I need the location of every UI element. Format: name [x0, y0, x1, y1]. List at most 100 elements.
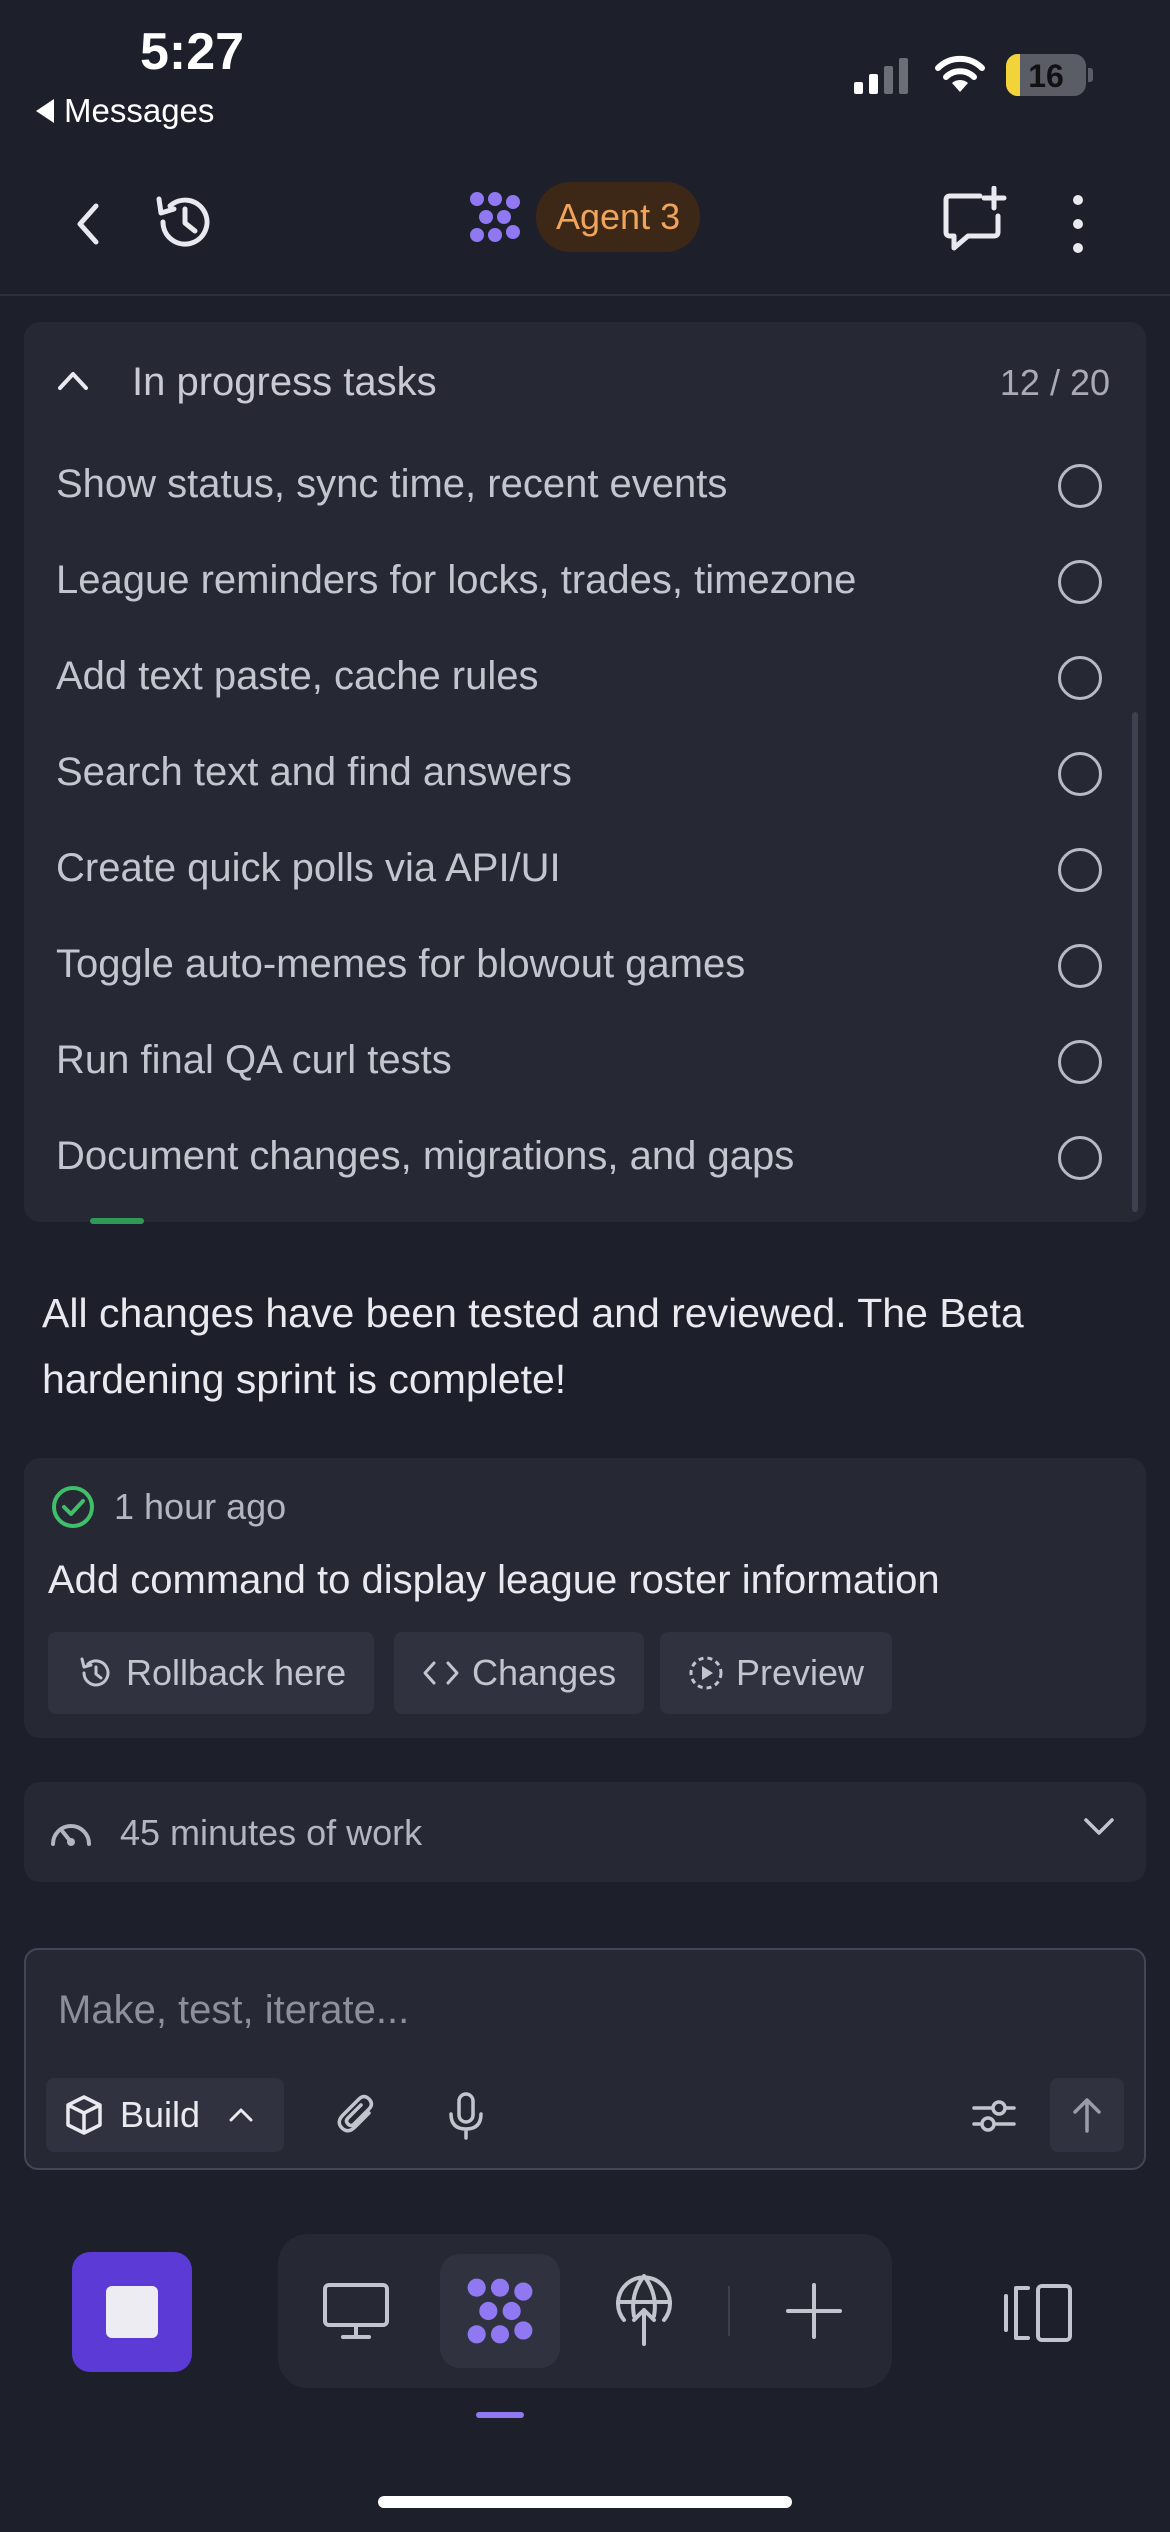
attach-button[interactable]	[326, 2084, 390, 2148]
new-chat-icon	[943, 186, 1007, 251]
task-label: Add text paste, cache rules	[56, 654, 539, 698]
preview-button[interactable]: Preview	[660, 1632, 893, 1714]
status-indicator-peek	[90, 1218, 144, 1224]
status-time: 5:27	[140, 23, 245, 81]
task-label: Create quick polls via API/UI	[56, 846, 561, 890]
more-vertical-icon	[1073, 195, 1083, 253]
stop-square-icon	[106, 2286, 158, 2338]
nav-deploy-button[interactable]	[584, 2254, 704, 2368]
chevron-down-icon	[1084, 1818, 1114, 1835]
nav-agent-button[interactable]	[440, 2254, 560, 2368]
nav-add-button[interactable]	[754, 2254, 874, 2368]
plus-icon	[786, 2283, 842, 2339]
task-item: League reminders for locks, trades, time…	[24, 534, 1146, 630]
agent-selector[interactable]: Agent 3	[468, 182, 701, 252]
new-chat-button[interactable]	[936, 180, 1012, 260]
task-label: Search text and find answers	[56, 750, 572, 794]
app-header: Agent 3	[0, 160, 1170, 296]
checkpoint-title: Add command to display league roster inf…	[48, 1558, 940, 1602]
message-input[interactable]	[58, 1980, 1058, 2040]
tasks-scrollbar[interactable]	[1132, 712, 1138, 1212]
side-panel-icon	[1004, 2284, 1072, 2342]
history-button[interactable]	[144, 182, 224, 262]
tasks-header[interactable]: In progress tasks 12 / 20	[24, 322, 1146, 442]
task-label: Toggle auto-memes for blowout games	[56, 942, 746, 986]
preview-label: Preview	[736, 1652, 865, 1693]
panels-toggle-button[interactable]	[996, 2278, 1076, 2348]
settings-sliders-button[interactable]	[962, 2084, 1026, 2148]
task-status-circle-icon	[1058, 848, 1102, 892]
home-indicator	[378, 2496, 792, 2508]
microphone-icon	[449, 2092, 483, 2140]
back-app-label: Messages	[64, 92, 215, 129]
task-item: Search text and find answers	[24, 726, 1146, 822]
preview-play-icon	[689, 1656, 723, 1690]
back-button[interactable]	[52, 188, 124, 260]
work-summary-label: 45 minutes of work	[120, 1812, 423, 1853]
agent-logo-icon	[470, 192, 520, 242]
battery-tip	[1088, 68, 1093, 82]
battery-icon: 16	[1006, 54, 1086, 96]
task-label: Run final QA curl tests	[56, 1038, 452, 1082]
voice-input-button[interactable]	[434, 2084, 498, 2148]
cube-icon	[66, 2095, 102, 2135]
nav-divider	[728, 2286, 730, 2336]
task-label: Show status, sync time, recent events	[56, 462, 728, 506]
task-item: Create quick polls via API/UI	[24, 822, 1146, 918]
task-status-circle-icon	[1058, 944, 1102, 988]
task-item: Document changes, migrations, and gaps	[24, 1110, 1146, 1206]
agent-name-badge: Agent 3	[536, 182, 701, 252]
status-bar: 5:27 Messages 16	[0, 0, 1170, 140]
battery-level: 16	[1028, 58, 1064, 94]
checkpoint-time: 1 hour ago	[114, 1486, 287, 1527]
stop-button[interactable]	[72, 2252, 192, 2372]
work-summary[interactable]: 45 minutes of work	[24, 1782, 1146, 1882]
changes-label: Changes	[472, 1652, 617, 1693]
deploy-globe-icon	[616, 2274, 672, 2346]
task-label: League reminders for locks, trades, time…	[56, 558, 857, 602]
monitor-icon	[323, 2283, 389, 2339]
tasks-count: 12 / 20	[999, 362, 1110, 403]
back-triangle-icon	[36, 99, 54, 123]
paperclip-icon	[337, 2094, 374, 2133]
active-tab-indicator	[476, 2412, 524, 2418]
speedometer-icon	[51, 1824, 91, 1846]
agent-logo-icon	[467, 2278, 533, 2344]
message-composer: Build	[24, 1948, 1146, 2170]
sliders-icon	[972, 2100, 1016, 2132]
task-item: Run final QA curl tests	[24, 1014, 1146, 1110]
task-item: Show status, sync time, recent events	[24, 438, 1146, 534]
rollback-icon	[80, 1657, 110, 1687]
more-options-button[interactable]	[1058, 184, 1098, 264]
in-progress-tasks-panel: In progress tasks 12 / 20 Show status, s…	[24, 322, 1146, 1222]
chevron-left-icon	[77, 203, 99, 245]
rollback-button[interactable]: Rollback here	[48, 1632, 375, 1714]
task-label: Document changes, migrations, and gaps	[56, 1134, 795, 1178]
build-mode-label: Build	[120, 2094, 201, 2135]
bottom-nav	[278, 2234, 892, 2388]
rollback-label: Rollback here	[126, 1652, 347, 1693]
chevron-up-icon	[229, 2108, 253, 2122]
chevron-up-icon	[58, 372, 88, 390]
code-icon	[423, 1661, 459, 1685]
task-status-circle-icon	[1058, 464, 1102, 508]
task-status-circle-icon	[1058, 656, 1102, 700]
arrow-up-icon	[1073, 2098, 1101, 2133]
cellular-signal-icon	[854, 58, 908, 94]
build-mode-button[interactable]: Build	[46, 2078, 284, 2152]
task-item: Add text paste, cache rules	[24, 630, 1146, 726]
send-button[interactable]	[1050, 2078, 1124, 2152]
checkpoint-card: 1 hour ago Add command to display league…	[24, 1458, 1146, 1738]
wifi-icon	[934, 54, 986, 99]
back-to-messages-link[interactable]: Messages	[36, 92, 214, 130]
changes-button[interactable]: Changes	[394, 1632, 645, 1714]
nav-preview-button[interactable]	[296, 2254, 416, 2368]
check-circle-icon	[52, 1486, 94, 1528]
agent-message: All changes have been tested and reviewe…	[42, 1290, 1024, 1402]
history-icon	[156, 196, 210, 247]
task-status-circle-icon	[1058, 1136, 1102, 1180]
task-status-circle-icon	[1058, 1040, 1102, 1084]
task-status-circle-icon	[1058, 560, 1102, 604]
task-item: Toggle auto-memes for blowout games	[24, 918, 1146, 1014]
tasks-title: In progress tasks	[132, 360, 437, 404]
